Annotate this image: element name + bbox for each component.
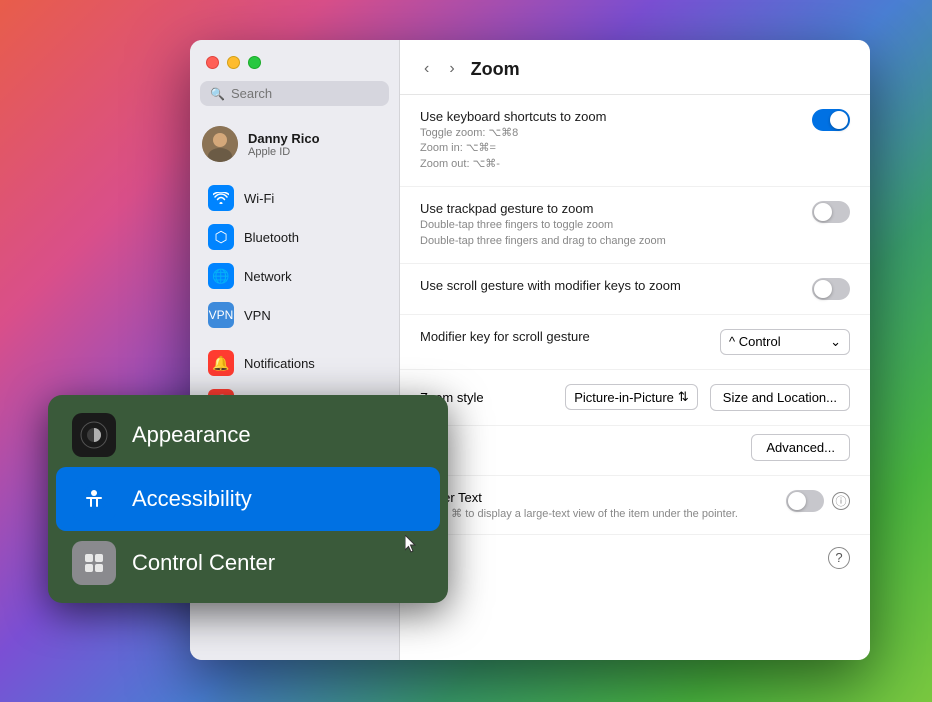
keyboard-shortcuts-main: Use keyboard shortcuts to zoom: [420, 109, 812, 124]
trackpad-gesture-row: Use trackpad gesture to zoom Double-tap …: [400, 187, 870, 264]
control-center-label: Control Center: [132, 550, 275, 576]
help-row: ?: [400, 535, 870, 581]
keyboard-shortcuts-toggle[interactable]: [812, 109, 850, 131]
accessibility-popup-icon: [72, 477, 116, 521]
hover-text-info-button[interactable]: ⓘ: [832, 492, 850, 510]
trackpad-gesture-toggle[interactable]: [812, 201, 850, 223]
hover-text-sub: Press ⌘ to display a large-text view of …: [420, 507, 774, 520]
appearance-label: Appearance: [132, 422, 251, 448]
keyboard-shortcuts-label: Use keyboard shortcuts to zoom Toggle zo…: [420, 109, 812, 172]
sidebar-label-network: Network: [244, 269, 292, 284]
scroll-gesture-control: [812, 278, 850, 300]
zoom-style-row: Zoom style Picture-in-Picture ⇅ Size and…: [400, 370, 870, 426]
popup-item-appearance[interactable]: Appearance: [56, 403, 440, 467]
sidebar-item-wifi[interactable]: Wi-Fi: [196, 179, 393, 217]
modifier-key-main: Modifier key for scroll gesture: [420, 329, 720, 344]
zoom-style-arrows-icon: ⇅: [678, 389, 689, 405]
control-center-popup-icon: [72, 541, 116, 585]
search-input[interactable]: [231, 86, 379, 101]
minimize-button[interactable]: [227, 56, 240, 69]
trackpad-gesture-label: Use trackpad gesture to zoom Double-tap …: [420, 201, 812, 249]
popup-item-control-center[interactable]: Control Center: [56, 531, 440, 595]
search-box[interactable]: 🔍: [200, 81, 389, 106]
back-button[interactable]: ‹: [420, 56, 433, 82]
keyboard-shortcuts-control: [812, 109, 850, 131]
sidebar-label-bluetooth: Bluetooth: [244, 230, 299, 245]
network-icon: 🌐: [208, 263, 234, 289]
content-header: ‹ › Zoom: [400, 40, 870, 95]
trackpad-gesture-sub: Double-tap three fingers to toggle zoomD…: [420, 218, 812, 249]
forward-button[interactable]: ›: [445, 56, 458, 82]
user-profile[interactable]: Danny Rico Apple ID: [190, 118, 399, 174]
search-icon: 🔍: [210, 87, 225, 101]
close-button[interactable]: [206, 56, 219, 69]
scroll-gesture-row: Use scroll gesture with modifier keys to…: [400, 264, 870, 315]
page-title: Zoom: [471, 59, 520, 80]
popup-item-accessibility[interactable]: Accessibility: [56, 467, 440, 531]
trackpad-gesture-control: [812, 201, 850, 223]
traffic-lights: [190, 56, 399, 81]
dropdown-chevron-icon: ⌄: [830, 334, 841, 350]
sidebar-item-notifications[interactable]: 🔔 Notifications: [196, 344, 393, 382]
sidebar-label-vpn: VPN: [244, 308, 271, 323]
zoom-style-value: Picture-in-Picture: [574, 390, 674, 405]
advanced-row: Advanced...: [400, 426, 870, 476]
hover-text-toggle[interactable]: [786, 490, 824, 512]
sidebar-label-wifi: Wi-Fi: [244, 191, 274, 206]
hover-text-main: Hover Text: [420, 490, 774, 505]
notifications-icon: 🔔: [208, 350, 234, 376]
modifier-key-row: Modifier key for scroll gesture ^ Contro…: [400, 315, 870, 370]
maximize-button[interactable]: [248, 56, 261, 69]
keyboard-shortcuts-row: Use keyboard shortcuts to zoom Toggle zo…: [400, 95, 870, 187]
size-location-button[interactable]: Size and Location...: [710, 384, 850, 411]
sidebar-item-network[interactable]: 🌐 Network: [196, 257, 393, 295]
wifi-icon: [208, 185, 234, 211]
trackpad-gesture-main: Use trackpad gesture to zoom: [420, 201, 812, 216]
zoom-popup: Appearance Accessibility Control Center: [48, 395, 448, 603]
scroll-gesture-main: Use scroll gesture with modifier keys to…: [420, 278, 812, 293]
sidebar-item-bluetooth[interactable]: ⬡ Bluetooth: [196, 218, 393, 256]
appearance-popup-icon: [72, 413, 116, 457]
avatar: [202, 126, 238, 162]
keyboard-shortcuts-sub: Toggle zoom: ⌥⌘8Zoom in: ⌥⌘=Zoom out: ⌥⌘…: [420, 126, 812, 172]
sidebar-section-network: Wi-Fi ⬡ Bluetooth 🌐 Network VPN VPN: [190, 174, 399, 339]
zoom-style-dropdown[interactable]: Picture-in-Picture ⇅: [565, 384, 698, 410]
hover-text-label-container: Hover Text Press ⌘ to display a large-te…: [420, 490, 774, 520]
vpn-icon: VPN: [208, 302, 234, 328]
modifier-key-control: ^ Control ⌄: [720, 329, 850, 355]
help-button[interactable]: ?: [828, 547, 850, 569]
modifier-key-value: ^ Control: [729, 334, 781, 349]
sidebar-label-notifications: Notifications: [244, 356, 315, 371]
user-name: Danny Rico: [248, 131, 320, 146]
advanced-button[interactable]: Advanced...: [751, 434, 850, 461]
sidebar-item-vpn[interactable]: VPN VPN: [196, 296, 393, 334]
hover-text-row: Hover Text Press ⌘ to display a large-te…: [400, 476, 870, 535]
accessibility-label: Accessibility: [132, 486, 252, 512]
modifier-key-dropdown[interactable]: ^ Control ⌄: [720, 329, 850, 355]
bluetooth-icon: ⬡: [208, 224, 234, 250]
user-info: Danny Rico Apple ID: [248, 131, 320, 158]
scroll-gesture-label: Use scroll gesture with modifier keys to…: [420, 278, 812, 295]
modifier-key-label: Modifier key for scroll gesture: [420, 329, 720, 346]
scroll-gesture-toggle[interactable]: [812, 278, 850, 300]
user-subtitle: Apple ID: [248, 146, 320, 158]
main-content: ‹ › Zoom Use keyboard shortcuts to zoom …: [400, 40, 870, 660]
